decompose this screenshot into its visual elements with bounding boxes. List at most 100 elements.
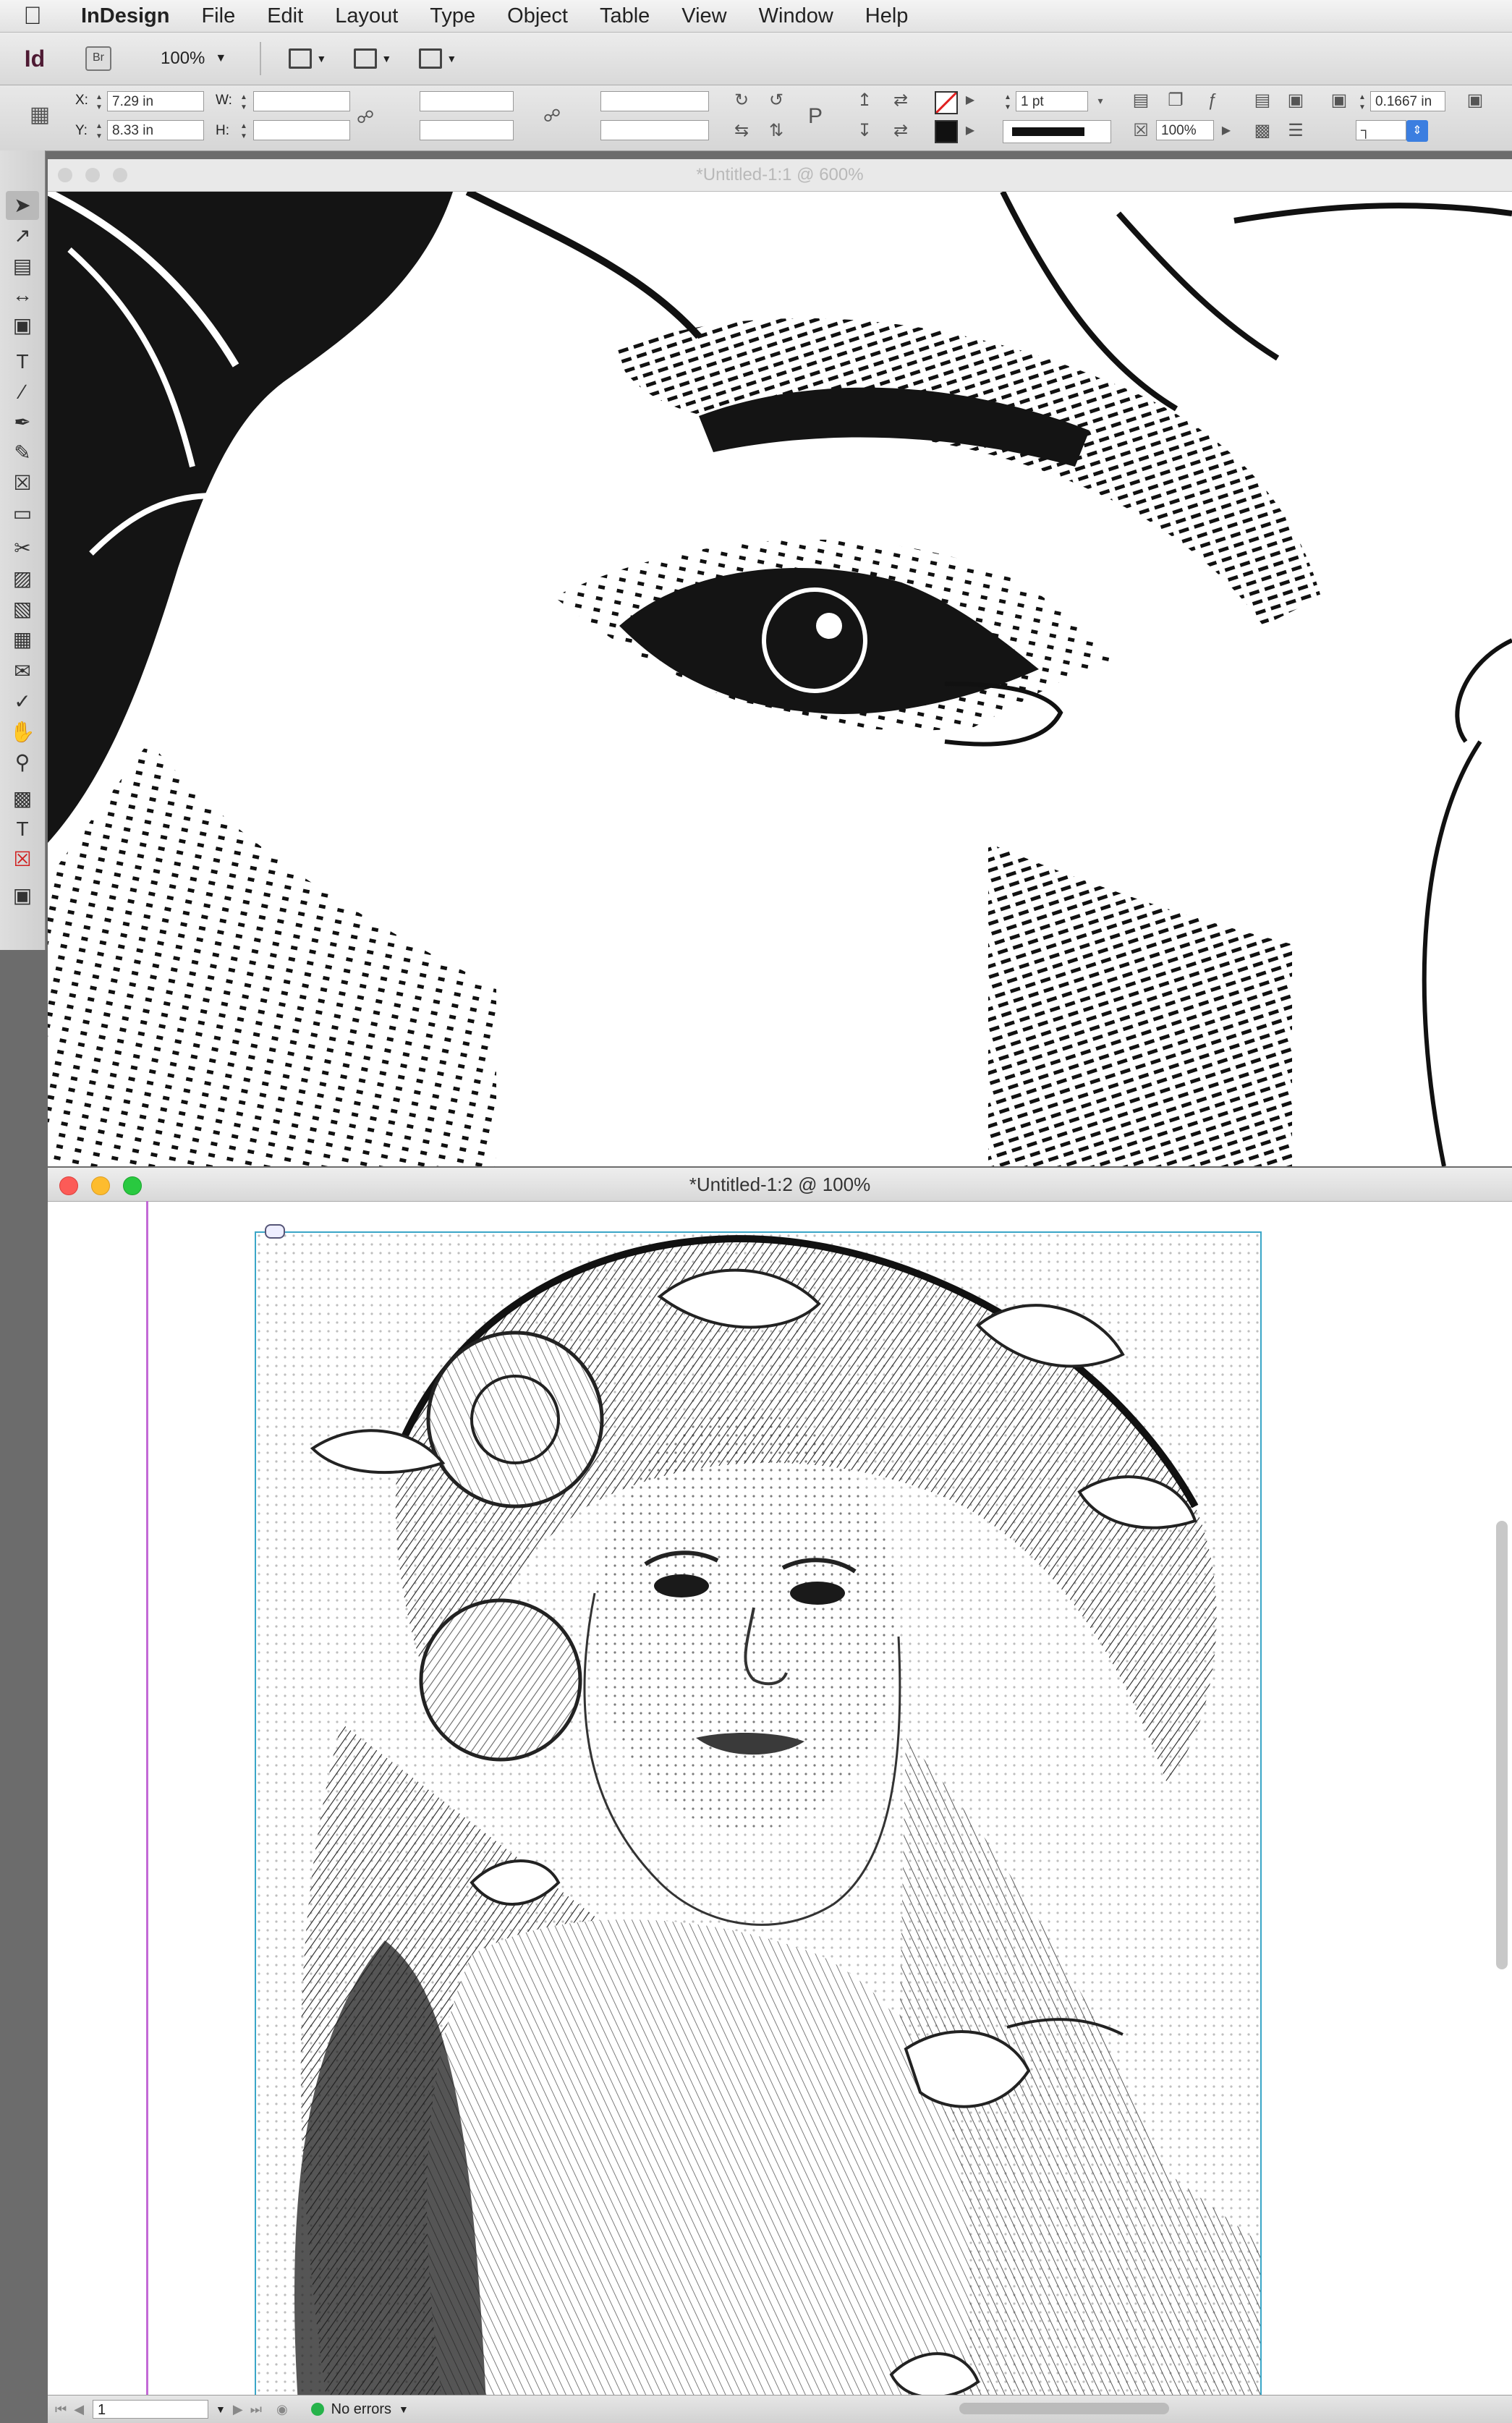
frame-fitting-icon[interactable]: ▣ — [1285, 90, 1307, 111]
h-stepper[interactable]: ▲ ▼ — [239, 122, 249, 142]
rotate-ccw-icon[interactable]: ↺ — [765, 90, 787, 111]
content-collector-icon[interactable]: ▣ — [6, 311, 39, 340]
zoom-dropdown-icon[interactable]: ▼ — [215, 52, 226, 65]
link-scale-icon[interactable]: ☍ — [541, 106, 563, 127]
vertical-scrollbar[interactable] — [1496, 1521, 1508, 1969]
screen-mode-button[interactable]: ▼ — [354, 46, 391, 71]
fill-swatch[interactable] — [935, 91, 958, 114]
stroke-swatch[interactable] — [935, 120, 958, 143]
arrange-documents-button[interactable]: ▼ — [419, 46, 456, 71]
paragraph-icon[interactable]: P — [804, 106, 826, 127]
opacity-icon[interactable]: ☒ — [1130, 120, 1152, 142]
preflight-dropdown-icon[interactable]: ▼ — [399, 2403, 409, 2415]
opacity-dropdown-icon[interactable]: ▶ — [1215, 120, 1237, 142]
object-style-icon[interactable]: ▣ — [1464, 90, 1486, 111]
minimize-button[interactable] — [85, 168, 100, 182]
close-button[interactable] — [59, 1176, 78, 1195]
align-icon[interactable]: ▤ — [1252, 90, 1273, 111]
menu-type[interactable]: Type — [414, 4, 491, 28]
fill-dropdown-icon[interactable]: ▶ — [959, 90, 981, 111]
apply-none-icon[interactable]: ☒ — [6, 845, 39, 874]
scale-x-field[interactable] — [420, 91, 514, 111]
last-page-icon[interactable]: ⏭ — [250, 2402, 262, 2417]
shear-field[interactable] — [600, 120, 709, 140]
fill-stroke-icon[interactable]: ▩ — [6, 784, 39, 813]
linked-content-icon[interactable] — [265, 1224, 285, 1239]
previous-page-icon[interactable]: ◀ — [74, 2402, 84, 2417]
menu-app-name[interactable]: InDesign — [65, 4, 185, 28]
y-stepper[interactable]: ▲ ▼ — [94, 122, 104, 142]
drop-shadow-icon[interactable]: ❐ — [1165, 90, 1186, 111]
rotate-cw-icon[interactable]: ↻ — [731, 90, 752, 111]
view-options-button[interactable]: ▼ — [289, 46, 326, 71]
rectangle-frame-tool-icon[interactable]: ☒ — [6, 469, 39, 498]
menu-view[interactable]: View — [666, 4, 742, 28]
flip-vertical-icon[interactable]: ⇅ — [765, 120, 787, 142]
stroke-weight-field[interactable]: 1 pt — [1016, 91, 1088, 111]
scale-y-field[interactable] — [420, 120, 514, 140]
menu-file[interactable]: File — [185, 4, 251, 28]
engraving-closeup-image[interactable] — [48, 192, 1512, 1166]
corner-shape-select[interactable]: ┐ — [1356, 120, 1406, 140]
type-tool-icon[interactable]: T — [6, 347, 39, 376]
gradient-swatch-tool-icon[interactable]: ▧ — [6, 595, 39, 624]
reference-point-icon[interactable]: ▦ — [29, 104, 51, 126]
stroke-weight-stepper[interactable]: ▲ ▼ — [1003, 93, 1013, 113]
scissors-tool-icon[interactable]: ✂ — [6, 534, 39, 563]
image-frame[interactable] — [255, 1231, 1262, 2403]
text-wrap-icon[interactable]: ▤ — [1130, 90, 1152, 111]
open-page-icon[interactable]: ◉ — [276, 2402, 288, 2417]
menu-window[interactable]: Window — [743, 4, 849, 28]
line-tool-icon[interactable]: ∕ — [6, 378, 39, 407]
stroke-weight-dropdown-icon[interactable]: ▾ — [1090, 90, 1111, 111]
select-previous-icon[interactable]: ⇄ — [890, 90, 912, 111]
opacity-field[interactable]: 100% — [1156, 120, 1214, 140]
offset-stepper[interactable]: ▲ ▼ — [1357, 93, 1367, 113]
zoom-tool-icon[interactable]: ⚲ — [6, 748, 39, 777]
constrain-proportions-icon[interactable]: ☍ — [354, 107, 376, 129]
corner-options-icon[interactable]: ▣ — [1328, 90, 1350, 111]
x-field[interactable]: 7.29 in — [107, 91, 204, 111]
select-content-icon[interactable]: ↧ — [854, 120, 875, 142]
zoom-button[interactable] — [123, 1176, 142, 1195]
screen-mode-icon[interactable]: ▣ — [6, 881, 39, 910]
eyedropper-tool-icon[interactable]: ✓ — [6, 687, 39, 716]
corner-shape-dropdown-icon[interactable]: ⇕ — [1406, 120, 1428, 142]
note-tool-icon[interactable]: ✉ — [6, 657, 39, 686]
minimize-button[interactable] — [91, 1176, 110, 1195]
zoom-button[interactable] — [113, 168, 127, 182]
stroke-align-icon[interactable]: ☰ — [1285, 120, 1307, 142]
pen-tool-icon[interactable]: ✒ — [6, 408, 39, 437]
selection-tool-icon[interactable]: ➤ — [6, 191, 39, 220]
rotation-field[interactable] — [600, 91, 709, 111]
zoom-level[interactable]: 100% — [161, 48, 205, 69]
gradient-feather-tool-icon[interactable]: ▦ — [6, 625, 39, 654]
menu-object[interactable]: Object — [491, 4, 584, 28]
w-field[interactable] — [253, 91, 350, 111]
select-next-icon[interactable]: ⇄ — [890, 120, 912, 142]
menu-help[interactable]: Help — [849, 4, 925, 28]
distribute-icon[interactable]: ▩ — [1252, 120, 1273, 142]
menu-layout[interactable]: Layout — [319, 4, 414, 28]
pencil-tool-icon[interactable]: ✎ — [6, 438, 39, 467]
bridge-button[interactable]: Br — [85, 46, 111, 71]
w-stepper[interactable]: ▲ ▼ — [239, 93, 249, 113]
offset-field[interactable]: 0.1667 in — [1370, 91, 1445, 111]
formatting-affects-text-icon[interactable]: T — [6, 815, 39, 844]
flip-horizontal-icon[interactable]: ⇆ — [731, 120, 752, 142]
rectangle-tool-icon[interactable]: ▭ — [6, 499, 39, 528]
close-button[interactable] — [58, 168, 72, 182]
first-page-icon[interactable]: ⏮ — [55, 2402, 67, 2417]
y-field[interactable]: 8.33 in — [107, 120, 204, 140]
next-page-icon[interactable]: ▶ — [233, 2402, 243, 2417]
stroke-type-select[interactable] — [1003, 120, 1111, 143]
page-number-field[interactable]: 1 — [93, 2400, 209, 2419]
select-container-icon[interactable]: ↥ — [854, 90, 875, 111]
gap-tool-icon[interactable]: ↔ — [6, 281, 39, 310]
apple-menu-icon[interactable]:  — [0, 2, 65, 30]
x-stepper[interactable]: ▲ ▼ — [94, 93, 104, 113]
effects-fx-icon[interactable]: ƒ — [1201, 90, 1223, 111]
hand-tool-icon[interactable]: ✋ — [6, 718, 39, 747]
horizontal-scrollbar[interactable] — [959, 2403, 1169, 2414]
stroke-dropdown-icon[interactable]: ▶ — [959, 120, 981, 142]
